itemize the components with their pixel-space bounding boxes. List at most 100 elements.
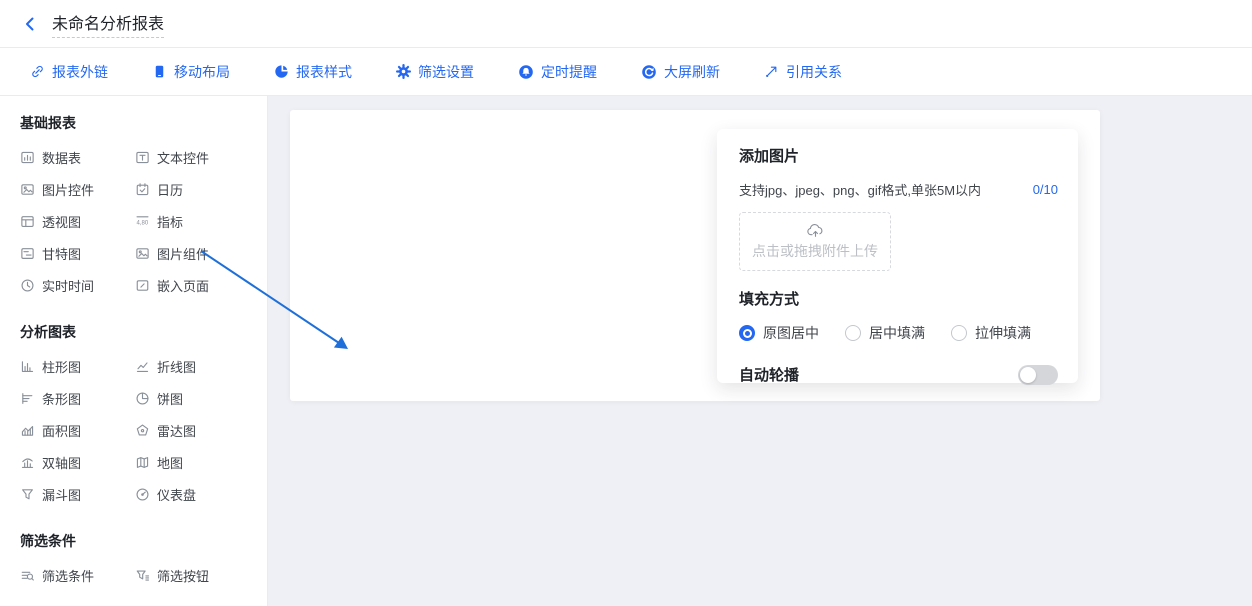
sidebar-item-label: 嵌入页面: [157, 276, 209, 295]
toolbar-item-label: 大屏刷新: [664, 62, 720, 82]
toolbar-item-report-style[interactable]: 报表样式: [274, 62, 352, 82]
toolbar-item-label: 筛选设置: [418, 62, 474, 82]
upload-count: 0/10: [1033, 182, 1058, 197]
gantt-icon: [20, 246, 35, 261]
link-icon: [30, 64, 45, 79]
funnel-icon: [20, 487, 35, 502]
section-title: 筛选条件: [20, 531, 267, 551]
sidebar-item-calendar[interactable]: 日历: [135, 180, 267, 199]
radio-unchecked-icon[interactable]: [951, 325, 967, 341]
sidebar-item-label: 双轴图: [42, 453, 81, 472]
data-table-icon: [20, 150, 35, 165]
format-hint: 支持jpg、jpeg、png、gif格式,单张5M以内: [739, 180, 981, 199]
radio-unchecked-icon[interactable]: [845, 325, 861, 341]
sidebar-item-image-widget[interactable]: 图片控件: [20, 180, 135, 199]
chevron-left-icon: [22, 16, 38, 32]
filter-search-icon: [20, 568, 35, 583]
sidebar-item-label: 仪表盘: [157, 485, 196, 504]
sidebar-item-pie-chart[interactable]: 饼图: [135, 389, 267, 408]
sidebar-section: 分析图表柱形图折线图条形图饼图面积图雷达图双轴图地图漏斗图仪表盘: [20, 322, 267, 504]
fill-mode-option-stretch-fill[interactable]: 拉伸填满: [951, 323, 1031, 343]
pie-icon: [274, 64, 289, 79]
radio-label: 原图居中: [763, 323, 819, 343]
report-title[interactable]: 未命名分析报表: [52, 10, 164, 38]
sidebar-item-label: 透视图: [42, 212, 81, 231]
sidebar-item-data-table[interactable]: 数据表: [20, 148, 135, 167]
sidebar-item-embed-page[interactable]: 嵌入页面: [135, 276, 267, 295]
toolbar-item-label: 引用关系: [786, 62, 842, 82]
bell-icon: [518, 64, 534, 80]
filter-button-icon: [135, 568, 150, 583]
fill-mode-option-center-fill[interactable]: 居中填满: [845, 323, 925, 343]
sidebar-item-pivot-view[interactable]: 透视图: [20, 212, 135, 231]
radio-label: 拉伸填满: [975, 323, 1031, 343]
sidebar-item-image-component[interactable]: 图片组件: [135, 244, 267, 263]
metric-icon: 4,80: [135, 214, 150, 229]
dual-axis-icon: [20, 455, 35, 470]
sidebar-item-filter-condition[interactable]: 筛选条件: [20, 566, 135, 585]
sidebar-item-gantt-chart[interactable]: 甘特图: [20, 244, 135, 263]
sidebar-item-label: 饼图: [157, 389, 183, 408]
toolbar-item-filter-settings[interactable]: 筛选设置: [396, 62, 474, 82]
bar-h-icon: [20, 391, 35, 406]
autoplay-toggle[interactable]: [1018, 365, 1058, 385]
embed-icon: [135, 278, 150, 293]
back-button[interactable]: [20, 14, 40, 34]
sidebar-item-label: 地图: [157, 453, 183, 472]
report-designer: 未命名分析报表 报表外链 移动布局 报表样式 筛选设置 定时提醒 大屏刷新 引用关系 基础报…: [0, 0, 1252, 606]
sidebar-item-funnel-chart[interactable]: 漏斗图: [20, 485, 135, 504]
gear-icon: [396, 64, 411, 79]
section-title: 基础报表: [20, 113, 267, 133]
image-component-icon: [135, 246, 150, 261]
sidebar-item-bar-chart[interactable]: 条形图: [20, 389, 135, 408]
radio-checked-icon[interactable]: [739, 325, 755, 341]
title-bar: 未命名分析报表: [0, 0, 1252, 48]
sidebar-item-label: 实时时间: [42, 276, 94, 295]
toolbar-item-label: 移动布局: [174, 62, 230, 82]
sidebar-item-radar-chart[interactable]: 雷达图: [135, 421, 267, 440]
upload-hint: 点击或拖拽附件上传: [752, 241, 878, 261]
widget-sidebar: 基础报表数据表 文本控件图片控件 日历透视图 4,80 指标甘特图 图片组件实时时间 嵌入页…: [0, 96, 268, 606]
add-image-panel: 添加图片 支持jpg、jpeg、png、gif格式,单张5M以内 0/10 点击…: [717, 129, 1078, 383]
sidebar-item-area-chart[interactable]: 面积图: [20, 421, 135, 440]
sidebar-item-column-chart[interactable]: 柱形图: [20, 357, 135, 376]
sidebar-item-realtime-clock[interactable]: 实时时间: [20, 276, 135, 295]
fill-mode-option-original-center[interactable]: 原图居中: [739, 323, 819, 343]
sidebar-item-label: 甘特图: [42, 244, 81, 263]
pie2-icon: [135, 391, 150, 406]
sidebar-item-dual-axis-chart[interactable]: 双轴图: [20, 453, 135, 472]
text-widget-icon: [135, 150, 150, 165]
sidebar-item-label: 漏斗图: [42, 485, 81, 504]
toggle-knob: [1020, 367, 1036, 383]
panel-title: 添加图片: [739, 145, 1058, 166]
sidebar-item-line-chart[interactable]: 折线图: [135, 357, 267, 376]
upload-dropzone[interactable]: 点击或拖拽附件上传: [739, 212, 891, 271]
sidebar-item-gauge-chart[interactable]: 仪表盘: [135, 485, 267, 504]
sidebar-item-label: 雷达图: [157, 421, 196, 440]
sidebar-section: 基础报表数据表 文本控件图片控件 日历透视图 4,80 指标甘特图 图片组件实时时间 嵌入页…: [20, 113, 267, 295]
sidebar-item-label: 图片控件: [42, 180, 94, 199]
sidebar-item-label: 文本控件: [157, 148, 209, 167]
toolbar-item-scheduled-reminder[interactable]: 定时提醒: [518, 62, 597, 82]
sidebar-item-map-chart[interactable]: 地图: [135, 453, 267, 472]
calendar-icon: [135, 182, 150, 197]
report-canvas[interactable]: 添加图片 支持jpg、jpeg、png、gif格式,单张5M以内 0/10 点击…: [290, 110, 1100, 401]
fill-mode-radio-group: 原图居中 居中填满 拉伸填满: [739, 323, 1058, 343]
sidebar-item-label: 柱形图: [42, 357, 81, 376]
sidebar-item-label: 图片组件: [157, 244, 209, 263]
toolbar-item-reference-relation[interactable]: 引用关系: [764, 62, 842, 82]
toolbar-item-label: 报表样式: [296, 62, 352, 82]
refresh-icon: [641, 64, 657, 80]
toolbar-item-report-link[interactable]: 报表外链: [30, 62, 108, 82]
image-widget-icon: [20, 182, 35, 197]
sidebar-item-metric[interactable]: 4,80 指标: [135, 212, 267, 231]
pivot-icon: [20, 214, 35, 229]
toolbar-item-mobile-layout[interactable]: 移动布局: [152, 62, 230, 82]
sidebar-item-filter-button[interactable]: 筛选按钮: [135, 566, 267, 585]
toolbar-item-screen-refresh[interactable]: 大屏刷新: [641, 62, 720, 82]
reference-icon: [764, 64, 779, 79]
sidebar-item-text-widget[interactable]: 文本控件: [135, 148, 267, 167]
autoplay-label: 自动轮播: [739, 364, 799, 385]
clock-icon: [20, 278, 35, 293]
sidebar-item-label: 指标: [157, 212, 183, 231]
